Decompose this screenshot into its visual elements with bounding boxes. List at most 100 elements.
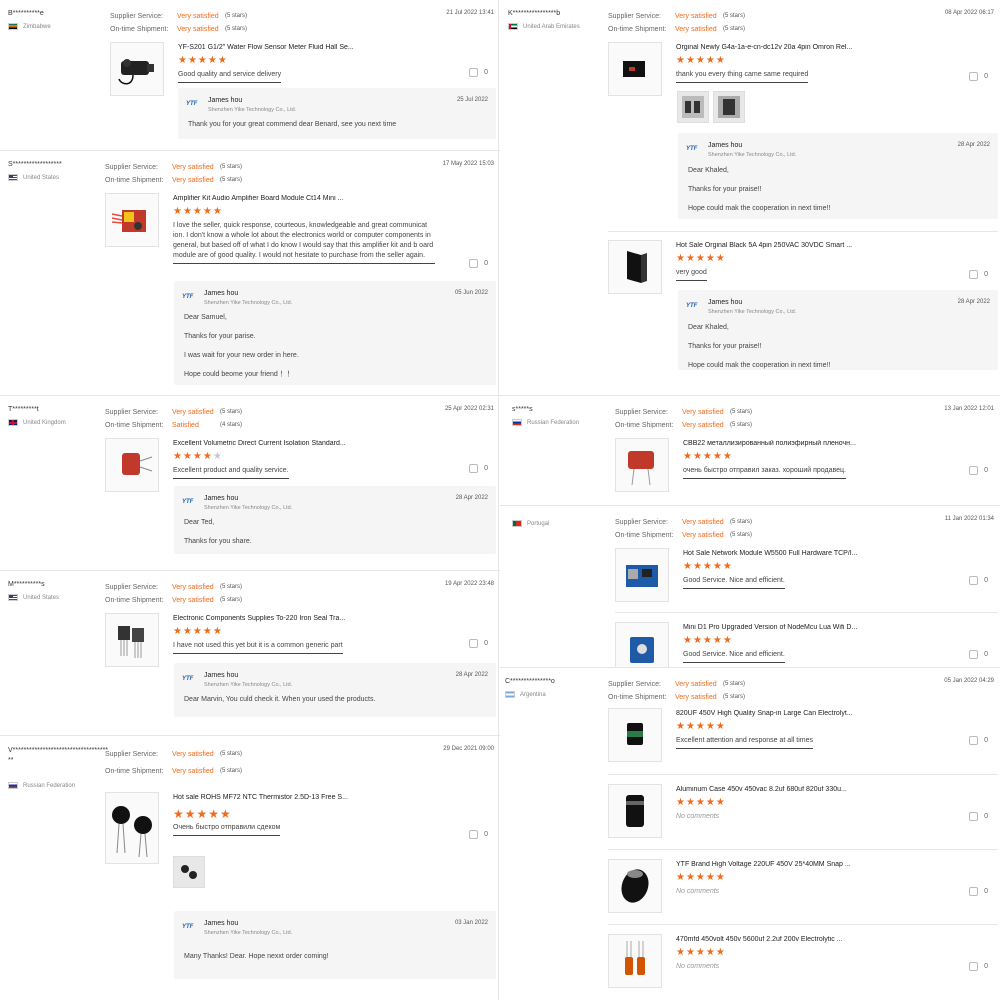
product-thumbnail[interactable] (105, 792, 159, 864)
seller-reply: YTF James hou Shenzhen Yike Technology C… (174, 281, 496, 385)
like-button[interactable]: 0 (969, 812, 988, 821)
like-count: 0 (484, 260, 488, 267)
product-title-link[interactable]: Hot sale ROHS MF72 NTC Thermistor 2.5D-1… (173, 794, 454, 801)
product-title-link[interactable]: Hot Sale Network Module W5500 Full Hardw… (683, 550, 954, 557)
rating-stars: ★★★★★ (683, 451, 733, 462)
product-thumbnail[interactable] (608, 859, 662, 913)
like-button[interactable]: 0 (969, 887, 988, 896)
like-button[interactable]: 0 (469, 464, 488, 473)
rating-stars: ★★★★★ (676, 947, 726, 958)
review-photo[interactable] (713, 91, 745, 123)
product-thumbnail[interactable] (608, 42, 662, 96)
rating-stars: ★★★★★ (676, 721, 726, 732)
like-button[interactable]: 0 (469, 259, 488, 268)
product-title-link[interactable]: CBB22 металлизированный полиэфирный плен… (683, 440, 954, 447)
product-thumbnail[interactable] (608, 934, 662, 988)
product-thumbnail[interactable] (615, 438, 669, 492)
product-title-link[interactable]: YF-S201 G1/2" Water Flow Sensor Meter Fl… (178, 44, 454, 51)
shipment-label: On-time Shipment: (105, 768, 164, 775)
product-thumbnail[interactable] (110, 42, 164, 96)
product-title-link[interactable]: YTF Brand High Voltage 220UF 450V 25*40M… (676, 861, 954, 868)
thumbs-up-icon (969, 812, 979, 821)
review-card: M**********s United States Supplier Serv… (0, 570, 500, 735)
product-review: Electronic Components Supplies To-220 Ir… (105, 613, 494, 669)
product-review: 820UF 450V High Quality Snap-in Large Ca… (608, 708, 994, 764)
review-card: V*********************************** ** R… (0, 735, 500, 1000)
supplier-service-value: Very satisfied (675, 681, 717, 688)
like-count: 0 (984, 651, 988, 658)
country-name: Zimbabwe (23, 23, 51, 30)
shipment-value: Very satisfied (172, 177, 214, 184)
reply-line: Hope could mak the cooperation in next t… (688, 362, 831, 369)
product-review: YTF Brand High Voltage 220UF 450V 25*40M… (608, 859, 994, 915)
like-button[interactable]: 0 (969, 650, 988, 659)
product-title-link[interactable]: Mini D1 Pro Upgraded Version of NodeMcu … (683, 624, 954, 631)
like-button[interactable]: 0 (969, 576, 988, 585)
shipment-value: Satisfied (172, 422, 199, 429)
like-button[interactable]: 0 (969, 270, 988, 279)
seller-company: Shenzhen Yike Technology Co., Ltd. (204, 930, 293, 936)
supplier-service-value: Very satisfied (172, 751, 214, 758)
product-thumbnail[interactable] (105, 193, 159, 247)
product-review: Aluminum Case 450v 450vac 8.2uf 680uf 82… (608, 784, 994, 840)
seller-logo-icon: YTF (686, 146, 698, 152)
thumbs-up-icon (969, 72, 979, 81)
product-thumbnail[interactable] (608, 708, 662, 762)
product-title-link[interactable]: Hot Sale Orginal Black 5A 4pin 250VAC 30… (676, 242, 954, 249)
like-button[interactable]: 0 (969, 962, 988, 971)
reviewer-name: K****************b (508, 10, 561, 17)
reviewer-country: Russian Federation (8, 782, 75, 789)
shipment-label: On-time Shipment: (608, 694, 667, 701)
product-thumbnail[interactable] (105, 613, 159, 667)
shipment-star-count: (5 stars) (220, 177, 243, 183)
seller-reply: YTF James hou Shenzhen Yike Technology C… (174, 663, 496, 717)
seller-logo-icon: YTF (686, 303, 698, 309)
review-photo[interactable] (677, 91, 709, 123)
product-review: Hot Sale Network Module W5500 Full Hardw… (615, 548, 994, 604)
review-photo[interactable] (173, 856, 205, 888)
rating-stars: ★★★★★ (173, 451, 223, 462)
supplier-service-value: Very satisfied (682, 409, 724, 416)
like-button[interactable]: 0 (469, 68, 488, 77)
service-ratings: Supplier Service: Very satisfied (5 stars)… (105, 161, 242, 187)
reply-line: Dear Marvin, You culd check it. When you… (184, 696, 376, 703)
product-review: Orginal Newly G4a-1a-e-cn-dc12v 20a 4pin… (608, 42, 994, 98)
product-title-link[interactable]: 470mfd 450volt 450v 5600uf 2.2uf 200v El… (676, 936, 954, 943)
review-date: 08 Apr 2022 06:17 (944, 10, 994, 16)
product-title-link[interactable]: Electronic Components Supplies To-220 Ir… (173, 615, 454, 622)
supplier-service-value: Very satisfied (675, 13, 717, 20)
product-title-link[interactable]: Amplifier Kit Audio Amplifier Board Modu… (173, 195, 424, 202)
product-thumbnail[interactable] (615, 548, 669, 602)
product-title-link[interactable]: 820UF 450V High Quality Snap-in Large Ca… (676, 710, 954, 717)
supplier-star-count: (5 stars) (225, 13, 248, 19)
product-title-link[interactable]: Aluminum Case 450v 450vac 8.2uf 680uf 82… (676, 786, 954, 793)
reply-line: I was wait for your new order in here. (184, 352, 299, 359)
country-name: Russian Federation (527, 419, 580, 426)
product-thumbnail[interactable] (105, 438, 159, 492)
product-review: 470mfd 450volt 450v 5600uf 2.2uf 200v El… (608, 934, 994, 990)
review-card: S****************** United States Suppli… (0, 150, 500, 395)
review-card: C***************o Argentina Supplier Ser… (500, 667, 1000, 1000)
product-thumbnail[interactable] (608, 784, 662, 838)
like-button[interactable]: 0 (969, 736, 988, 745)
like-button[interactable]: 0 (469, 830, 488, 839)
product-title-link[interactable]: Orginal Newly G4a-1a-e-cn-dc12v 20a 4pin… (676, 44, 954, 51)
review-date: 17 May 2022 15:03 (442, 161, 494, 167)
rating-stars: ★★★★★ (676, 797, 726, 808)
seller-name: James hou (204, 920, 239, 927)
product-thumbnail[interactable] (615, 622, 669, 667)
like-button[interactable]: 0 (969, 72, 988, 81)
seller-name: James hou (204, 495, 239, 502)
seller-company: Shenzhen Yike Technology Co., Ltd. (204, 300, 293, 306)
thumbs-up-icon (469, 830, 479, 839)
review-date: 13 Jan 2022 12:01 (944, 406, 994, 412)
product-title-link[interactable]: Excellent Volumetric Direct Current Isol… (173, 440, 454, 447)
like-button[interactable]: 0 (469, 639, 488, 648)
country-name: Russian Federation (23, 782, 76, 789)
like-button[interactable]: 0 (969, 466, 988, 475)
service-ratings: Supplier Service: Very satisfied (5 stars)… (105, 746, 242, 780)
review-text: Excellent product and quality service. (173, 466, 289, 479)
seller-company: Shenzhen Yike Technology Co., Ltd. (204, 682, 293, 688)
product-thumbnail[interactable] (608, 240, 662, 294)
rating-stars: ★★★★★ (676, 55, 726, 66)
